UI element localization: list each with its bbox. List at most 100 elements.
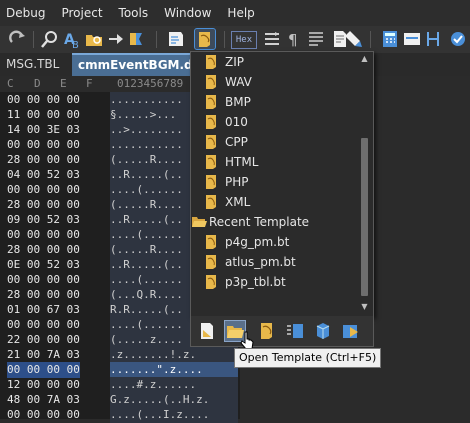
hex-bytes[interactable]: 04 00 52 03: [7, 167, 80, 183]
hex-row[interactable]: 48 00 7A 03 G.z.....(..H.z.: [0, 392, 240, 408]
template-file-icon: [203, 174, 219, 190]
template-item-bmp[interactable]: BMP: [191, 92, 357, 112]
hex-bytes[interactable]: 28 00 00 00: [7, 152, 80, 168]
hex-bytes[interactable]: 00 00 00 00: [7, 272, 80, 288]
dropdown-scrollbar[interactable]: ▲ ▼: [357, 52, 372, 316]
hex-row-selected[interactable]: 00 00 00 00 .......".z....: [0, 362, 240, 378]
word-wrap-icon[interactable]: [306, 29, 326, 49]
menu-tools[interactable]: Tools: [111, 0, 157, 26]
template-list-icon[interactable]: [285, 321, 305, 341]
compare-icon[interactable]: [424, 29, 444, 49]
template-item-label: BMP: [225, 95, 251, 109]
scroll-down-icon[interactable]: ▼: [360, 302, 369, 311]
ascii-text[interactable]: ....(...I.z....: [110, 407, 238, 423]
template-item-label: atlus_pm.bt: [225, 255, 296, 269]
template-item-label: ZIP: [225, 55, 244, 69]
new-template-icon[interactable]: [197, 321, 217, 341]
hex-bytes[interactable]: 48 00 7A 03: [7, 392, 80, 408]
template-item-label: CPP: [225, 135, 248, 149]
template-item-010[interactable]: 010: [191, 112, 357, 132]
toolbar-separator: [156, 31, 157, 48]
hex-bytes[interactable]: 00 00 00 00: [7, 407, 80, 423]
hex-row[interactable]: 00 00 00 00 ....(...I.z....: [0, 407, 240, 423]
replace-icon[interactable]: AB: [62, 29, 82, 49]
template-item-label: p4g_pm.bt: [225, 235, 290, 249]
template-item-cpp[interactable]: CPP: [191, 132, 357, 152]
template-item-xml[interactable]: XML: [191, 192, 357, 212]
template-file-icon: [203, 54, 219, 70]
toolbar-separator: [370, 31, 371, 48]
template-item-zip[interactable]: ZIP: [191, 52, 357, 72]
tab-msg-tbl[interactable]: MSG.TBL: [0, 53, 65, 76]
template-icon[interactable]: [194, 28, 216, 50]
template-item-wav[interactable]: WAV: [191, 72, 357, 92]
svg-text:B: B: [72, 40, 79, 49]
hex-bytes[interactable]: 00 00 00 00: [7, 227, 80, 243]
menu-bar: Debug Project Tools Window Help: [0, 0, 470, 26]
template-item-label: PHP: [225, 175, 249, 189]
recent-template-p3p[interactable]: p3p_tbl.bt: [191, 272, 357, 292]
bookmark-icon[interactable]: [126, 29, 146, 49]
template-file-icon: [203, 274, 219, 290]
template-item-php[interactable]: PHP: [191, 172, 357, 192]
ascii-text[interactable]: ....#.z......: [110, 377, 238, 393]
recent-template-atlus[interactable]: atlus_pm.bt: [191, 252, 357, 272]
template-file-icon[interactable]: [257, 321, 277, 341]
hex-row[interactable]: 12 00 00 00 ....#.z......: [0, 377, 240, 393]
menu-window[interactable]: Window: [156, 0, 219, 26]
template-item-html[interactable]: HTML: [191, 152, 357, 172]
color-icon[interactable]: [402, 29, 422, 49]
menu-help[interactable]: Help: [219, 0, 262, 26]
hex-bytes[interactable]: 11 00 00 00: [7, 107, 80, 123]
redo-icon[interactable]: [8, 29, 28, 49]
hex-bytes[interactable]: 00 00 00 00: [7, 137, 80, 153]
hex-bytes[interactable]: 28 00 00 00: [7, 287, 80, 303]
hex-bytes[interactable]: 12 00 00 00: [7, 377, 80, 393]
hex-bytes[interactable]: 09 00 52 03: [7, 212, 80, 228]
calculator-icon[interactable]: [380, 29, 400, 49]
hex-bytes[interactable]: 00 00 00 00: [7, 92, 80, 108]
ascii-text[interactable]: G.z.....(..H.z.: [110, 392, 238, 408]
show-whitespace-icon[interactable]: ¶: [284, 29, 304, 49]
template-item-label: HTML: [225, 155, 259, 169]
run-script-icon[interactable]: [166, 29, 186, 49]
scroll-up-icon[interactable]: ▲: [360, 54, 369, 63]
template-file-icon: [203, 254, 219, 270]
hex-bytes[interactable]: 00 00 00 00: [7, 317, 80, 333]
hex-bytes[interactable]: 00 00 00 00: [7, 362, 80, 378]
menu-project[interactable]: Project: [53, 0, 110, 26]
hex-mode-button[interactable]: Hex: [231, 31, 257, 49]
hex-bytes[interactable]: 22 00 00 00: [7, 332, 80, 348]
template-file-icon: [203, 154, 219, 170]
hex-bytes[interactable]: 14 00 3E 03: [7, 122, 80, 138]
template-file-icon: [203, 134, 219, 150]
highlight-icon[interactable]: [344, 29, 364, 49]
find-icon[interactable]: [40, 29, 60, 49]
find-in-files-icon[interactable]: [84, 29, 104, 49]
checksum-icon[interactable]: [448, 29, 468, 49]
hex-bytes[interactable]: 21 00 7A 03: [7, 347, 80, 363]
folder-open-icon: [191, 214, 207, 230]
template-file-icon: [203, 94, 219, 110]
recent-template-folder[interactable]: Recent Template: [191, 212, 357, 232]
format-icon[interactable]: [262, 29, 282, 49]
ascii-text[interactable]: .......".z....: [110, 362, 238, 378]
template-dropdown: ZIP WAV BMP 010 CPP HTML PHP XML Recent …: [190, 51, 374, 317]
hex-row[interactable]: 21 00 7A 03 .z.......!.z.: [0, 347, 240, 363]
hex-bytes[interactable]: 28 00 00 00: [7, 242, 80, 258]
template-item-label: WAV: [225, 75, 252, 89]
hex-bytes[interactable]: 28 00 00 00: [7, 197, 80, 213]
scrollbar-thumb[interactable]: [361, 138, 368, 296]
hex-bytes[interactable]: 01 00 67 03: [7, 302, 80, 318]
hex-bytes[interactable]: 0E 00 52 03: [7, 257, 80, 273]
toolbar-separator: [33, 31, 34, 48]
template-results-icon[interactable]: [313, 321, 333, 341]
hex-bytes[interactable]: 00 00 00 00: [7, 182, 80, 198]
menu-debug[interactable]: Debug: [0, 0, 53, 26]
toolbar: AB Hex ¶: [0, 26, 470, 53]
run-template-icon[interactable]: [341, 321, 361, 341]
template-toolbar: [190, 316, 374, 347]
ascii-text[interactable]: .z.......!.z.: [110, 347, 238, 363]
recent-template-p4g[interactable]: p4g_pm.bt: [191, 232, 357, 252]
goto-icon[interactable]: [106, 29, 126, 49]
